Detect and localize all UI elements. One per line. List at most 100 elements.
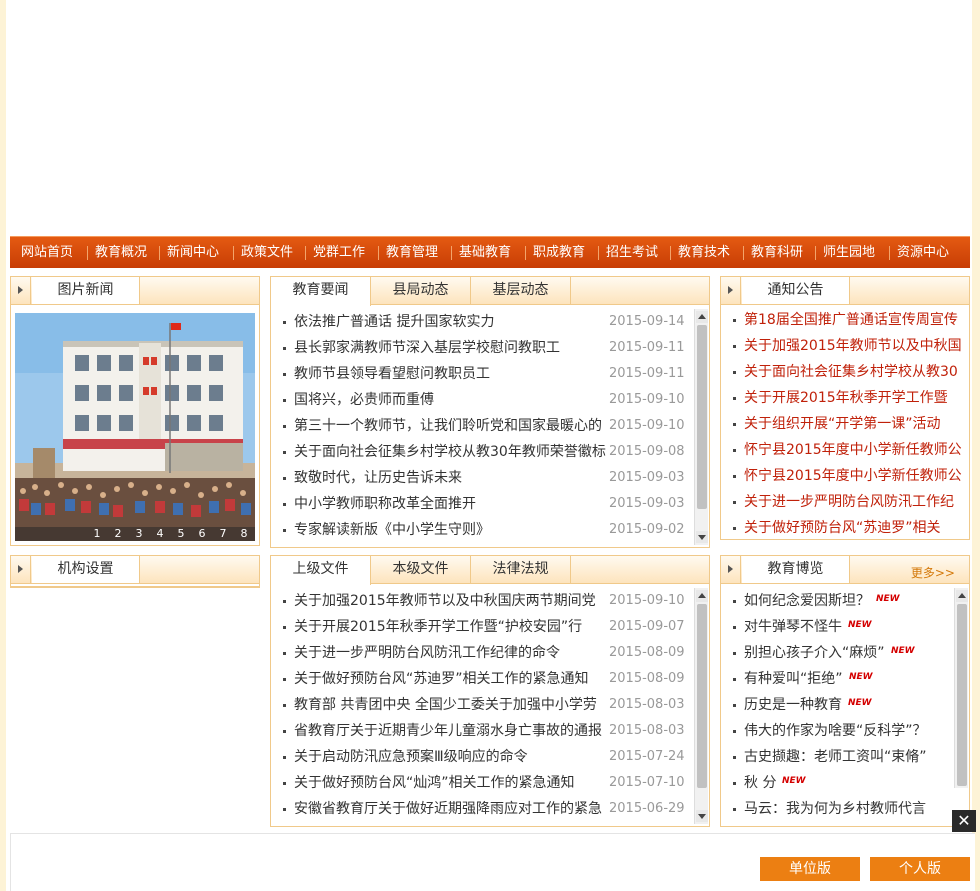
nav-item[interactable]: 教育科研 xyxy=(751,237,803,269)
photo-page-button[interactable]: 2 xyxy=(108,527,128,541)
item-date: 2015-07-10 xyxy=(609,775,685,790)
edu-view-scrollbar[interactable] xyxy=(954,588,968,788)
edu-title: 马云：我为何为乡村教师代言 xyxy=(744,801,926,817)
edu-item[interactable]: 伟大的作家为啥要“反科学”？ xyxy=(721,718,951,744)
notice-item[interactable]: 关于开展2015年秋季开学工作暨 xyxy=(721,385,969,411)
item-title: 关于启动防汛应急预案Ⅲ级响应的命令 xyxy=(294,749,528,765)
documents-box: 上级文件 本级文件 法律法规 关于加强2015年教师节以及中秋国庆两节期间党 2015… xyxy=(270,555,710,827)
more-link[interactable]: 更多>> xyxy=(911,564,955,581)
edu-item[interactable]: 古史撷趣：老师工资叫“束脩” xyxy=(721,744,951,770)
edu-item[interactable]: 别担心孩子介入“麻烦” NEW xyxy=(721,640,951,666)
list-item[interactable]: 关于开展2015年秋季开学工作暨“护校安园”行 2015-09-07 xyxy=(271,614,709,640)
nav-item[interactable]: 教育技术 xyxy=(678,237,730,269)
scroll-down-icon[interactable] xyxy=(696,531,708,543)
notice-item[interactable]: 关于进一步严明防台风防汛工作纪 xyxy=(721,489,969,515)
list-item[interactable]: 安徽省教育厅关于做好近期强降雨应对工作的紧急 2015-06-29 xyxy=(271,796,709,822)
scroll-thumb[interactable] xyxy=(957,604,967,786)
list-item[interactable]: 专家解读新版《中小学生守则》 2015-09-02 xyxy=(271,517,709,543)
photo-news-image[interactable]: 12345678 xyxy=(15,313,255,541)
list-item[interactable]: 教师节县领导看望慰问教职员工 2015-09-11 xyxy=(271,361,709,387)
org-header: 机构设置 xyxy=(11,556,259,584)
photo-page-button[interactable]: 4 xyxy=(150,527,170,541)
photo-page-button[interactable]: 7 xyxy=(213,527,233,541)
nav-item[interactable]: 网站首页 xyxy=(21,237,73,269)
item-title: 国将兴，必贵师而重傅 xyxy=(294,392,434,408)
list-item[interactable]: 省教育厅关于近期青少年儿童溺水身亡事故的通报 2015-08-03 xyxy=(271,718,709,744)
tab-1[interactable]: 教育要闻 xyxy=(271,277,371,306)
list-item[interactable]: 关于做好预防台风“灿鸿”相关工作的紧急通知 2015-07-10 xyxy=(271,770,709,796)
scroll-thumb[interactable] xyxy=(697,604,707,788)
edu-view-header: 教育博览 更多>> xyxy=(721,556,969,584)
nav-item[interactable]: 职成教育 xyxy=(533,237,585,269)
list-item[interactable]: 关于面向社会征集乡村学校从教30年教师荣誉徽标 2015-09-08 xyxy=(271,439,709,465)
item-title: 第三十一个教师节，让我们聆听党和国家最暖心的 xyxy=(294,418,602,434)
notice-item[interactable]: 关于组织开展“开学第一课”活动 xyxy=(721,411,969,437)
list-item[interactable]: 县长郭家满教师节深入基层学校慰问教职工 2015-09-11 xyxy=(271,335,709,361)
edu-item[interactable]: 马云：我为何为乡村教师代言 xyxy=(721,796,951,822)
bullet-icon xyxy=(283,678,286,681)
scroll-down-icon[interactable] xyxy=(696,810,708,822)
photo-page-button[interactable]: 1 xyxy=(87,527,107,541)
notice-title: 怀宁县2015年度中小学新任教师公 xyxy=(744,468,962,484)
nav-item[interactable]: 教育管理 xyxy=(386,237,438,269)
list-item[interactable]: 中小学教师职称改革全面推开 2015-09-03 xyxy=(271,491,709,517)
photo-page-button[interactable]: 6 xyxy=(192,527,212,541)
edu-item[interactable]: 秋 分 NEW xyxy=(721,770,951,796)
news-scrollbar[interactable] xyxy=(694,309,708,545)
list-item[interactable]: 国将兴，必贵师而重傅 2015-09-10 xyxy=(271,387,709,413)
photo-page-button[interactable]: 3 xyxy=(129,527,149,541)
tab-3[interactable]: 法律法规 xyxy=(471,556,571,584)
nav-item[interactable]: 党群工作 xyxy=(313,237,365,269)
tab-2[interactable]: 县局动态 xyxy=(371,277,471,305)
nav-item[interactable]: 基础教育 xyxy=(459,237,511,269)
list-item[interactable]: 致敬时代，让历史告诉未来 2015-09-03 xyxy=(271,465,709,491)
personal-version-button[interactable]: 个人版 xyxy=(870,857,970,881)
edu-item[interactable]: 如何纪念爱因斯坦？ NEW xyxy=(721,588,951,614)
notice-item[interactable]: 关于做好预防台风“苏迪罗”相关 xyxy=(721,515,969,541)
nav-item[interactable]: 政策文件 xyxy=(241,237,293,269)
nav-divider xyxy=(233,246,234,260)
list-item[interactable]: 第三十一个教师节，让我们聆听党和国家最暖心的 2015-09-10 xyxy=(271,413,709,439)
notice-item[interactable]: 关于面向社会征集乡村学校从教30 xyxy=(721,359,969,385)
bullet-icon xyxy=(283,782,286,785)
bullet-icon xyxy=(283,704,286,707)
tab-1[interactable]: 上级文件 xyxy=(271,556,371,585)
main-navigation: 网站首页 教育概况 新闻中心 政策文件 党群工作 教育管理 基础教育 职成教育 招生考试 教育技术… xyxy=(10,236,970,268)
list-item[interactable]: 关于加强2015年教师节以及中秋国庆两节期间党 2015-09-10 xyxy=(271,588,709,614)
documents-scrollbar[interactable] xyxy=(694,588,708,824)
caret-right-icon xyxy=(721,277,741,304)
photo-page-button[interactable]: 8 xyxy=(234,527,254,541)
scroll-thumb[interactable] xyxy=(697,325,707,509)
bullet-icon xyxy=(283,347,286,350)
news-tabs: 教育要闻 县局动态 基层动态 xyxy=(271,277,709,306)
scroll-up-icon[interactable] xyxy=(696,311,708,323)
list-item[interactable]: 关于进一步严明防台风防汛工作纪律的命令 2015-08-09 xyxy=(271,640,709,666)
list-item[interactable]: 关于做好预防台风“苏迪罗”相关工作的紧急通知 2015-08-09 xyxy=(271,666,709,692)
scroll-up-icon[interactable] xyxy=(696,590,708,602)
nav-item[interactable]: 招生考试 xyxy=(606,237,658,269)
notice-item[interactable]: 第18届全国推广普通话宣传周宣传 xyxy=(721,307,969,333)
tab-3[interactable]: 基层动态 xyxy=(471,277,571,305)
edu-item[interactable]: 历史是一种教育 NEW xyxy=(721,692,951,718)
tab-2[interactable]: 本级文件 xyxy=(371,556,471,584)
unit-version-button[interactable]: 单位版 xyxy=(760,857,860,881)
list-item[interactable]: 依法推广普通话 提升国家软实力 2015-09-14 xyxy=(271,309,709,335)
nav-item[interactable]: 资源中心 xyxy=(897,237,949,269)
bullet-icon xyxy=(733,527,736,530)
nav-item[interactable]: 新闻中心 xyxy=(167,237,219,269)
nav-item[interactable]: 师生园地 xyxy=(823,237,875,269)
edu-item[interactable]: 对牛弹琴不怪牛 NEW xyxy=(721,614,951,640)
notice-item[interactable]: 怀宁县2015年度中小学新任教师公 xyxy=(721,463,969,489)
item-title: 关于面向社会征集乡村学校从教30年教师荣誉徽标 xyxy=(294,444,606,460)
item-date: 2015-08-03 xyxy=(609,723,685,738)
scroll-up-icon[interactable] xyxy=(956,590,968,602)
photo-page-button[interactable]: 5 xyxy=(171,527,191,541)
notice-item[interactable]: 怀宁县2015年度中小学新任教师公 xyxy=(721,437,969,463)
list-item[interactable]: 关于启动防汛应急预案Ⅲ级响应的命令 2015-07-24 xyxy=(271,744,709,770)
close-icon[interactable]: ✕ xyxy=(952,810,976,832)
list-item[interactable]: 教育部 共青团中央 全国少工委关于加强中小学劳 2015-08-03 xyxy=(271,692,709,718)
nav-item[interactable]: 教育概况 xyxy=(95,237,147,269)
notice-item[interactable]: 关于加强2015年教师节以及中秋国 xyxy=(721,333,969,359)
edu-item[interactable]: 有种爱叫“拒绝” NEW xyxy=(721,666,951,692)
notice-title: 怀宁县2015年度中小学新任教师公 xyxy=(744,442,962,458)
